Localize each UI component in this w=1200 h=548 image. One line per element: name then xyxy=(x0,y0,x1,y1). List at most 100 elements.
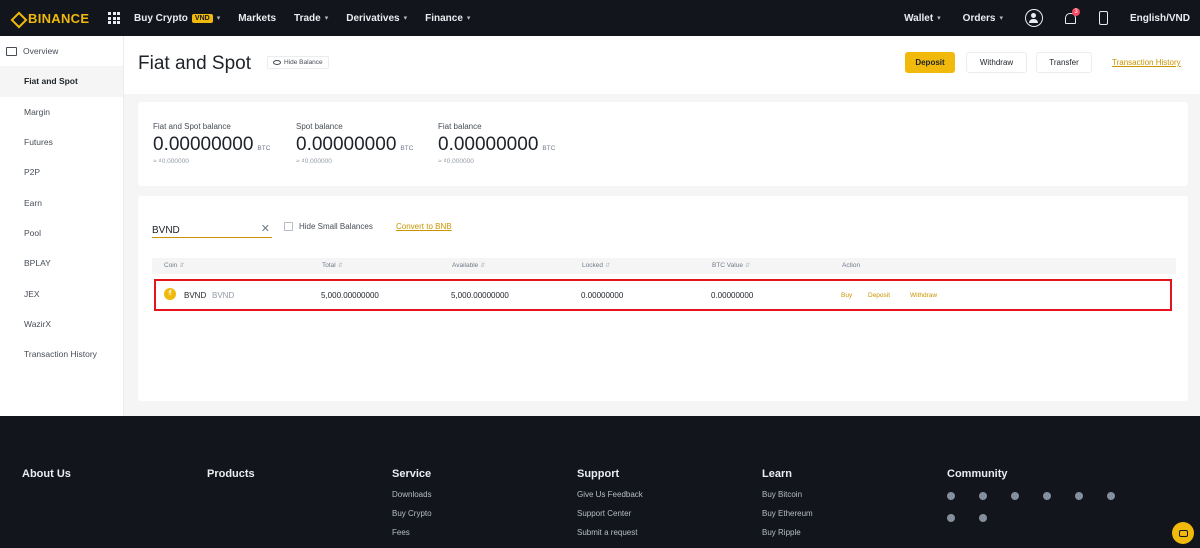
chevron-down-icon: ▾ xyxy=(999,15,1003,22)
sidebar-item-margin[interactable]: Margin xyxy=(0,97,123,127)
chevron-down-icon: ▾ xyxy=(466,15,471,22)
app-grid-icon[interactable] xyxy=(108,12,120,24)
row-buy-link[interactable]: Buy xyxy=(841,292,852,299)
site-footer: About Us Products Service Downloads Buy … xyxy=(0,416,1200,548)
clear-icon[interactable]: ✕ xyxy=(261,222,270,235)
footer-link-buy-crypto[interactable]: Buy Crypto xyxy=(392,509,432,518)
sidebar-item-p2p[interactable]: P2P xyxy=(0,157,123,187)
notification-bell-icon[interactable]: 3 xyxy=(1063,8,1080,25)
main-content: Fiat and Spot Hide Balance Deposit Withd… xyxy=(124,36,1200,416)
twitter-icon[interactable] xyxy=(1011,492,1019,500)
nav-markets[interactable]: Markets xyxy=(238,13,276,24)
nav-orders[interactable]: Orders ▾ xyxy=(963,13,1003,24)
footer-link-downloads[interactable]: Downloads xyxy=(392,490,432,499)
sidebar-item-jex[interactable]: JEX xyxy=(0,278,123,308)
deposit-button[interactable]: Deposit xyxy=(905,52,955,73)
instagram-icon[interactable] xyxy=(1075,492,1083,500)
col-coin[interactable]: Coin ⇵ xyxy=(164,262,184,269)
coin-name: BVND xyxy=(212,291,235,300)
sidebar-item-fiat-and-spot[interactable]: Fiat and Spot xyxy=(0,66,123,97)
coinmarketcap-icon[interactable] xyxy=(1107,492,1115,500)
cell-available: 5,000.00000000 xyxy=(451,291,509,300)
sidebar-item-transaction-history[interactable]: Transaction History xyxy=(0,339,123,369)
transaction-history-link[interactable]: Transaction History xyxy=(1112,58,1181,67)
balance-summary-card: Fiat and Spot balance 0.00000000 BTC ≈ ₫0… xyxy=(138,102,1188,186)
footer-link-buy-bitcoin[interactable]: Buy Bitcoin xyxy=(762,490,813,499)
sidebar-item-pool[interactable]: Pool xyxy=(0,218,123,248)
footer-products: Products xyxy=(207,468,255,480)
withdraw-button[interactable]: Withdraw xyxy=(966,52,1027,73)
sidebar-item-wazirx[interactable]: WazirX xyxy=(0,309,123,339)
coin-symbol: BVND xyxy=(184,291,207,300)
telegram-icon[interactable] xyxy=(947,492,955,500)
reddit-icon[interactable] xyxy=(1043,492,1051,500)
asset-table-header: Coin ⇵ Total ⇵ Available ⇵ Locked ⇵ BTC Valu… xyxy=(152,258,1176,274)
youtube-icon[interactable] xyxy=(979,514,987,522)
chevron-down-icon: ▾ xyxy=(403,15,408,22)
sort-icon: ⇵ xyxy=(480,263,486,269)
user-account-icon[interactable] xyxy=(1024,9,1043,27)
sidebar-item-futures[interactable]: Futures xyxy=(0,127,123,157)
sort-icon: ⇵ xyxy=(744,263,750,269)
sidebar-item-bplay[interactable]: BPLAY xyxy=(0,248,123,278)
sort-icon: ⇵ xyxy=(604,263,610,269)
notification-count-badge: 3 xyxy=(1071,8,1080,16)
nav-buy-crypto[interactable]: Buy Crypto VND ▾ xyxy=(134,13,220,24)
page-header: Fiat and Spot Hide Balance Deposit Withd… xyxy=(124,36,1200,94)
chevron-down-icon: ▾ xyxy=(937,15,941,22)
row-withdraw-link[interactable]: Withdraw xyxy=(910,292,937,299)
footer-service: Service Downloads Buy Crypto Fees xyxy=(392,468,432,537)
mobile-app-icon[interactable] xyxy=(1098,11,1108,25)
coin-search-input[interactable] xyxy=(152,222,252,239)
page-title: Fiat and Spot xyxy=(138,53,252,74)
transfer-button[interactable]: Transfer xyxy=(1036,52,1092,73)
footer-link-fees[interactable]: Fees xyxy=(392,528,432,537)
bvnd-coin-icon: ₫ xyxy=(164,288,176,300)
col-total[interactable]: Total ⇵ xyxy=(322,262,343,269)
vnd-badge: VND xyxy=(191,13,213,23)
language-currency-selector[interactable]: English/VND xyxy=(1130,13,1190,24)
wallet-overview-icon xyxy=(6,46,17,56)
col-action: Action xyxy=(842,262,861,269)
eye-icon xyxy=(273,60,281,65)
wallet-sidebar: Overview Fiat and Spot Margin Futures P2… xyxy=(0,36,124,416)
sort-icon: ⇵ xyxy=(337,263,343,269)
col-available[interactable]: Available ⇵ xyxy=(452,262,485,269)
nav-wallet[interactable]: Wallet ▾ xyxy=(904,13,941,24)
nav-trade[interactable]: Trade ▾ xyxy=(294,13,328,24)
hide-small-balances-checkbox[interactable] xyxy=(284,222,293,231)
sidebar-item-overview[interactable]: Overview xyxy=(0,36,123,66)
asset-list-card: ✕ Hide Small Balances Convert to BNB Coi… xyxy=(138,196,1188,401)
footer-link-support-center[interactable]: Support Center xyxy=(577,509,643,518)
chevron-down-icon: ▾ xyxy=(216,15,221,22)
vk-icon[interactable] xyxy=(947,514,955,522)
footer-link-feedback[interactable]: Give Us Feedback xyxy=(577,490,643,499)
row-deposit-link[interactable]: Deposit xyxy=(868,292,890,299)
facebook-icon[interactable] xyxy=(979,492,987,500)
footer-link-buy-ripple[interactable]: Buy Ripple xyxy=(762,528,813,537)
nav-derivatives[interactable]: Derivatives ▾ xyxy=(346,13,407,24)
footer-link-submit-request[interactable]: Submit a request xyxy=(577,528,643,537)
top-navbar: BINANCE Buy Crypto VND ▾ Markets Trade ▾… xyxy=(0,0,1200,36)
cell-locked: 0.00000000 xyxy=(581,291,624,300)
col-locked[interactable]: Locked ⇵ xyxy=(582,262,610,269)
sort-icon: ⇵ xyxy=(179,263,185,269)
footer-link-buy-ethereum[interactable]: Buy Ethereum xyxy=(762,509,813,518)
convert-to-bnb-link[interactable]: Convert to BNB xyxy=(396,222,452,231)
nav-right-group: Wallet ▾ Orders ▾ 3 English/VND xyxy=(904,8,1190,27)
hide-balance-button[interactable]: Hide Balance xyxy=(267,56,329,69)
col-btc-value[interactable]: BTC Value ⇵ xyxy=(712,262,750,269)
nav-finance[interactable]: Finance ▾ xyxy=(425,13,470,24)
hide-small-balances-label: Hide Small Balances xyxy=(299,222,373,231)
fiat-balance: Fiat balance 0.00000000 BTC ≈ ₫0.000000 xyxy=(438,122,556,165)
chevron-down-icon: ▾ xyxy=(324,15,329,22)
cell-btc-value: 0.00000000 xyxy=(711,291,754,300)
binance-logo[interactable]: BINANCE xyxy=(10,11,100,26)
sidebar-item-earn[interactable]: Earn xyxy=(0,187,123,217)
table-row: ₫ BVND BVND 5,000.00000000 5,000.0000000… xyxy=(154,279,1172,311)
chat-support-icon[interactable] xyxy=(1172,522,1194,544)
cell-total: 5,000.00000000 xyxy=(321,291,379,300)
footer-about: About Us xyxy=(22,468,71,480)
binance-logo-icon xyxy=(10,11,24,25)
coin-search-box: ✕ xyxy=(152,220,272,239)
